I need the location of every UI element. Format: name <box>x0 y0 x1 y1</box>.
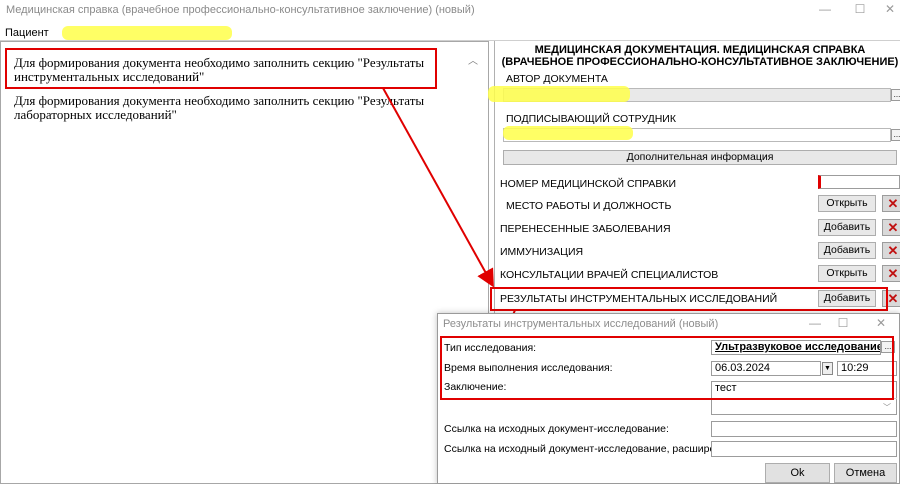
dialog-close-button[interactable]: ✕ <box>866 314 896 334</box>
dialog-minimize-button[interactable]: — <box>800 314 830 334</box>
source-link-input[interactable] <box>711 421 897 437</box>
source-link-ext-label: Ссылка на исходный документ-исследование… <box>444 443 736 455</box>
cancel-button[interactable]: Отмена <box>834 463 897 483</box>
ok-button[interactable]: Ok <box>765 463 830 483</box>
arrow-warning-to-section <box>382 87 494 288</box>
dialog-maximize-button[interactable]: ☐ <box>828 314 858 334</box>
conclusion-scroll-down-icon[interactable]: ﹀ <box>883 402 891 413</box>
source-link-ext-input[interactable] <box>711 441 897 457</box>
source-link-label: Ссылка на исходных документ-исследование… <box>444 423 669 435</box>
annotation-box-dialog-fields <box>440 336 894 400</box>
dialog-title: Результаты инструментальных исследований… <box>443 318 719 330</box>
